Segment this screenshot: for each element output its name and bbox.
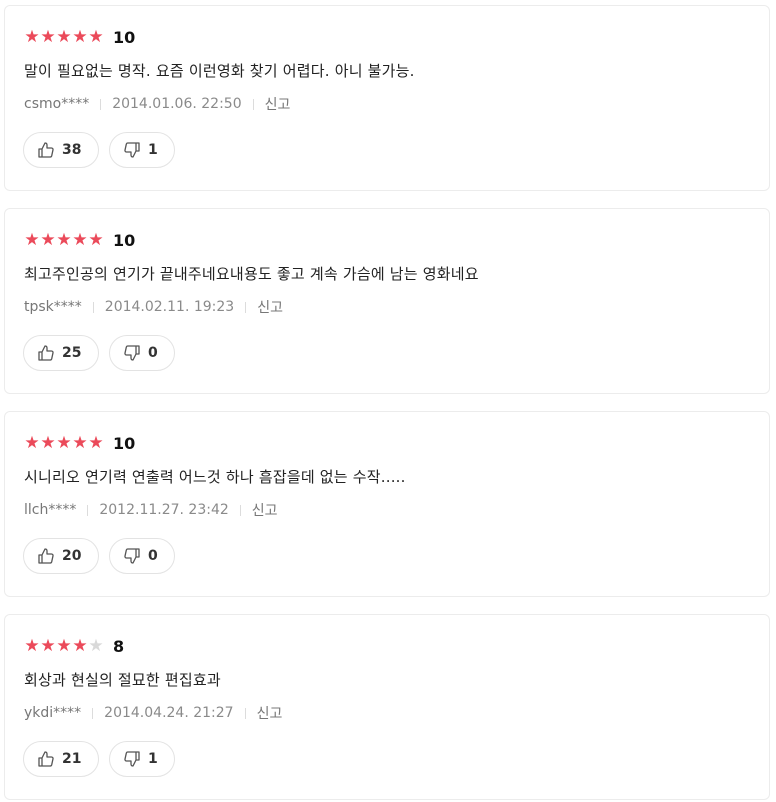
dislike-count: 0 xyxy=(148,548,158,564)
thumbs-up-icon xyxy=(37,750,55,768)
divider xyxy=(87,504,89,516)
thumbs-down-icon xyxy=(123,141,141,159)
rating-row: ★ ★ ★ ★ ★ 10 xyxy=(24,26,135,48)
like-button[interactable]: 20 xyxy=(23,538,99,574)
star-filled-icon: ★ xyxy=(24,230,40,250)
report-link[interactable]: 신고 xyxy=(252,500,278,520)
review-card: ★ ★ ★ ★ ★ 10 최고주인공의 연기가 끝내주네요내용도 좋고 계속 가슴에 남… xyxy=(4,208,770,394)
thumbs-down-icon xyxy=(123,344,141,362)
star-filled-icon: ★ xyxy=(88,230,104,250)
like-count: 38 xyxy=(62,142,82,158)
rating-row: ★ ★ ★ ★ ★ 10 xyxy=(24,229,135,251)
reviewer-id: llch**** xyxy=(24,502,77,518)
thumbs-down-icon xyxy=(123,547,141,565)
review-meta: csmo**** 2014.01.06. 22:50 신고 xyxy=(24,94,290,114)
star-filled-icon: ★ xyxy=(88,433,104,453)
score: 10 xyxy=(113,230,136,250)
review-list: ★ ★ ★ ★ ★ 10 말이 필요없는 명작. 요즘 이런영화 찾기 어렵다. 아니 … xyxy=(0,0,776,802)
review-text: 최고주인공의 연기가 끝내주네요내용도 좋고 계속 가슴에 남는 영화네요 xyxy=(24,265,479,283)
report-link[interactable]: 신고 xyxy=(257,703,283,723)
star-filled-icon: ★ xyxy=(72,636,88,656)
star-filled-icon: ★ xyxy=(24,27,40,47)
vote-actions: 21 1 xyxy=(23,741,185,777)
reviewer-id: tpsk**** xyxy=(24,299,82,315)
divider xyxy=(245,301,247,313)
star-rating: ★ ★ ★ ★ ★ xyxy=(24,636,104,656)
rating-row: ★ ★ ★ ★ ★ 8 xyxy=(24,635,124,657)
star-filled-icon: ★ xyxy=(24,636,40,656)
star-filled-icon: ★ xyxy=(40,230,56,250)
thumbs-up-icon xyxy=(37,141,55,159)
thumbs-up-icon xyxy=(37,547,55,565)
dislike-count: 1 xyxy=(148,142,158,158)
report-link[interactable]: 신고 xyxy=(265,94,291,114)
like-count: 20 xyxy=(62,548,82,564)
star-filled-icon: ★ xyxy=(72,230,88,250)
review-text: 말이 필요없는 명작. 요즘 이런영화 찾기 어렵다. 아니 불가능. xyxy=(24,62,415,80)
vote-actions: 38 1 xyxy=(23,132,185,168)
review-card: ★ ★ ★ ★ ★ 8 회상과 현실의 절묘한 편집효과 ykdi**** 2014.0… xyxy=(4,614,770,800)
thumbs-down-icon xyxy=(123,750,141,768)
divider xyxy=(252,98,254,110)
like-count: 25 xyxy=(62,345,82,361)
star-rating: ★ ★ ★ ★ ★ xyxy=(24,433,104,453)
star-filled-icon: ★ xyxy=(40,636,56,656)
divider xyxy=(100,98,102,110)
dislike-count: 1 xyxy=(148,751,158,767)
star-filled-icon: ★ xyxy=(24,433,40,453)
vote-actions: 25 0 xyxy=(23,335,185,371)
divider xyxy=(92,707,94,719)
reviewer-id: csmo**** xyxy=(24,96,90,112)
divider xyxy=(244,707,246,719)
dislike-button[interactable]: 1 xyxy=(109,741,175,777)
divider xyxy=(239,504,241,516)
review-date: 2014.02.11. 19:23 xyxy=(104,299,235,315)
star-filled-icon: ★ xyxy=(40,27,56,47)
review-text: 회상과 현실의 절묘한 편집효과 xyxy=(24,671,221,689)
review-date: 2014.01.06. 22:50 xyxy=(112,96,242,112)
star-filled-icon: ★ xyxy=(56,27,72,47)
dislike-button[interactable]: 0 xyxy=(109,335,175,371)
report-link[interactable]: 신고 xyxy=(257,297,283,317)
star-filled-icon: ★ xyxy=(56,230,72,250)
star-filled-icon: ★ xyxy=(72,27,88,47)
review-meta: llch**** 2012.11.27. 23:42 신고 xyxy=(24,500,278,520)
star-filled-icon: ★ xyxy=(40,433,56,453)
review-meta: tpsk**** 2014.02.11. 19:23 신고 xyxy=(24,297,283,317)
like-button[interactable]: 25 xyxy=(23,335,99,371)
rating-row: ★ ★ ★ ★ ★ 10 xyxy=(24,432,135,454)
score: 10 xyxy=(113,27,136,47)
star-empty-icon: ★ xyxy=(88,636,104,656)
dislike-count: 0 xyxy=(148,345,158,361)
star-filled-icon: ★ xyxy=(72,433,88,453)
star-filled-icon: ★ xyxy=(56,433,72,453)
review-card: ★ ★ ★ ★ ★ 10 말이 필요없는 명작. 요즘 이런영화 찾기 어렵다. 아니 … xyxy=(4,5,770,191)
like-button[interactable]: 38 xyxy=(23,132,99,168)
dislike-button[interactable]: 0 xyxy=(109,538,175,574)
review-date: 2014.04.24. 21:27 xyxy=(104,705,234,721)
review-date: 2012.11.27. 23:42 xyxy=(99,502,229,518)
star-filled-icon: ★ xyxy=(56,636,72,656)
like-button[interactable]: 21 xyxy=(23,741,99,777)
divider xyxy=(92,301,94,313)
reviewer-id: ykdi**** xyxy=(24,705,82,721)
like-count: 21 xyxy=(62,751,82,767)
thumbs-up-icon xyxy=(37,344,55,362)
review-meta: ykdi**** 2014.04.24. 21:27 신고 xyxy=(24,703,282,723)
review-text: 시니리오 연기력 연출력 어느것 하나 흠잡을데 없는 수작..... xyxy=(24,468,406,486)
score: 8 xyxy=(113,636,125,656)
star-rating: ★ ★ ★ ★ ★ xyxy=(24,230,104,250)
star-filled-icon: ★ xyxy=(88,27,104,47)
review-card: ★ ★ ★ ★ ★ 10 시니리오 연기력 연출력 어느것 하나 흠잡을데 없는 수작.… xyxy=(4,411,770,597)
star-rating: ★ ★ ★ ★ ★ xyxy=(24,27,104,47)
vote-actions: 20 0 xyxy=(23,538,185,574)
dislike-button[interactable]: 1 xyxy=(109,132,175,168)
score: 10 xyxy=(113,433,136,453)
